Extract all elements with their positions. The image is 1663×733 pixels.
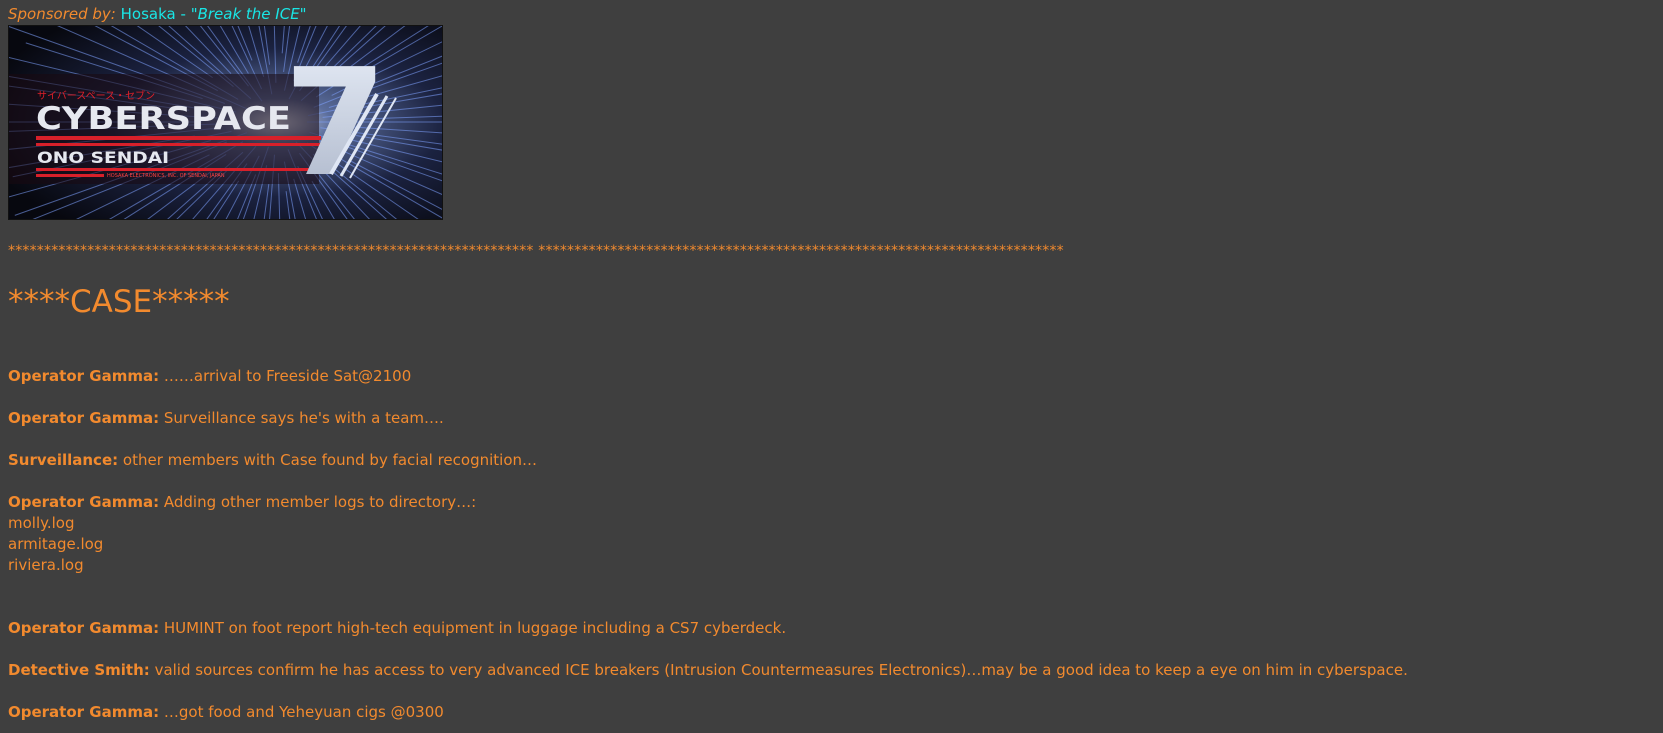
log-file-link[interactable]: molly.log <box>8 513 75 534</box>
log-entry: Operator Gamma: …got food and Yeheyuan c… <box>8 702 444 723</box>
entry-speaker: Operator Gamma: <box>8 703 160 721</box>
entry-text: ……arrival to Freeside Sat@2100 <box>163 367 412 385</box>
separator-asterisks: ****************************************… <box>8 243 1064 259</box>
log-entry: Operator Gamma: HUMINT on foot report hi… <box>8 618 786 639</box>
sponsor-brand-link[interactable]: Hosaka - <box>121 5 186 23</box>
entry-text: Surveillance says he's with a team…. <box>163 409 444 427</box>
banner-fineprint: HOSAKA ELECTRONICS, INC. OF SENDAI, JAPA… <box>107 173 225 179</box>
banner-maker: ONO SENDAI <box>37 148 169 167</box>
sponsor-lead: Sponsored by: <box>8 5 116 23</box>
entry-speaker: Operator Gamma: <box>8 367 160 385</box>
case-heading: ****CASE***** <box>8 284 230 320</box>
log-entry: Detective Smith: valid sources confirm h… <box>8 660 1408 681</box>
entry-text: Adding other member logs to directory…: <box>163 493 477 511</box>
sponsor-tagline: "Break the ICE" <box>190 5 307 23</box>
entry-text: …got food and Yeheyuan cigs @0300 <box>163 703 444 721</box>
entry-speaker: Operator Gamma: <box>8 619 160 637</box>
cyberspace-banner-image: サイバースペース・セブン CYBERSPACE ONO SENDAI HOSAK… <box>8 25 443 220</box>
banner-art: サイバースペース・セブン CYBERSPACE ONO SENDAI HOSAK… <box>9 26 442 219</box>
log-entry: Operator Gamma: Surveillance says he's w… <box>8 408 444 429</box>
entry-speaker: Operator Gamma: <box>8 409 160 427</box>
entry-speaker: Operator Gamma: <box>8 493 160 511</box>
entry-text: other members with Case found by facial … <box>122 451 538 469</box>
sponsor-line: Sponsored by: Hosaka - "Break the ICE" <box>8 5 307 23</box>
log-file-link[interactable]: armitage.log <box>8 534 103 555</box>
log-entry: Surveillance: other members with Case fo… <box>8 450 537 471</box>
log-entry: Operator Gamma: Adding other member logs… <box>8 492 476 513</box>
log-entry: Operator Gamma: ……arrival to Freeside Sa… <box>8 366 411 387</box>
entry-speaker: Surveillance: <box>8 451 119 469</box>
entry-text: HUMINT on foot report high-tech equipmen… <box>163 619 787 637</box>
entry-text: valid sources confirm he has access to v… <box>154 661 1408 679</box>
log-file-link[interactable]: riviera.log <box>8 555 84 576</box>
entry-speaker: Detective Smith: <box>8 661 150 679</box>
banner-title: CYBERSPACE <box>36 101 291 137</box>
